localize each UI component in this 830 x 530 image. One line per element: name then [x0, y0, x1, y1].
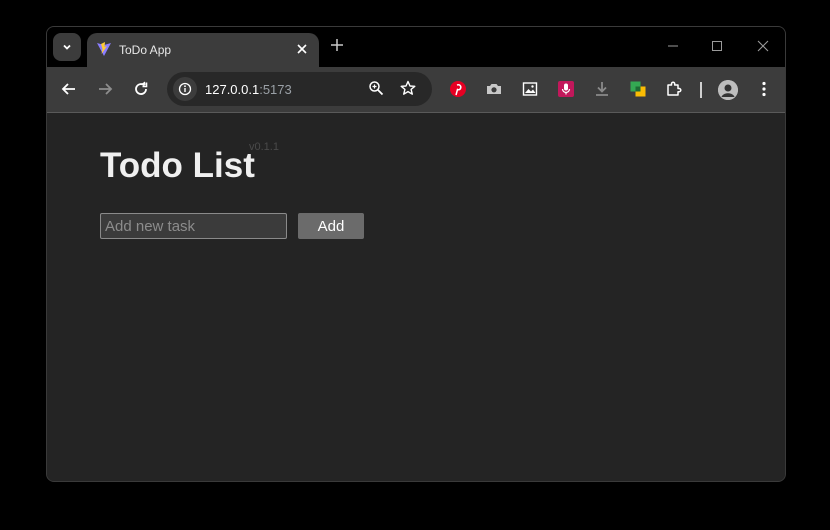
back-arrow-icon[interactable]	[59, 79, 79, 99]
minimize-icon[interactable]	[667, 39, 679, 57]
address-bar[interactable]: 127.0.0.1:5173	[167, 72, 432, 106]
tab-strip: ToDo App	[47, 27, 785, 67]
tab-todo-app[interactable]: ToDo App	[87, 33, 319, 67]
download-icon[interactable]	[593, 80, 611, 98]
tab-manager-icon[interactable]	[629, 80, 647, 98]
toolbar-divider	[700, 82, 702, 98]
forward-arrow-icon[interactable]	[95, 79, 115, 99]
close-window-icon[interactable]	[757, 39, 769, 57]
new-tab-icon[interactable]	[330, 38, 344, 57]
profile-avatar-icon[interactable]	[718, 80, 738, 100]
more-menu-icon[interactable]	[755, 80, 773, 98]
tab-title: ToDo App	[119, 43, 172, 57]
pinterest-icon[interactable]	[449, 80, 467, 98]
url-text[interactable]: 127.0.0.1:5173	[205, 82, 292, 97]
browser-toolbar: 127.0.0.1:5173	[47, 67, 785, 113]
chevron-down-icon	[63, 44, 71, 50]
image-icon[interactable]	[521, 80, 539, 98]
microphone-icon[interactable]	[557, 80, 575, 98]
page-title: Todo List	[100, 146, 255, 185]
site-info-icon[interactable]	[173, 77, 197, 101]
tab-search-button[interactable]	[53, 33, 81, 61]
page-content: Todo List v0.1.1 Add	[47, 113, 785, 481]
url-port: :5173	[259, 82, 292, 97]
extensions-puzzle-icon[interactable]	[665, 80, 683, 98]
zoom-icon[interactable]	[368, 80, 384, 101]
reload-icon[interactable]	[131, 79, 151, 99]
maximize-icon[interactable]	[711, 39, 723, 57]
browser-window: ToDo App 127.0.0.1:5173 Todo List v0.1.1…	[46, 26, 786, 482]
add-task-button[interactable]: Add	[298, 213, 364, 239]
url-host: 127.0.0.1	[205, 82, 260, 97]
camera-icon[interactable]	[485, 80, 503, 98]
version-label: v0.1.1	[249, 141, 279, 153]
vite-icon	[96, 41, 112, 62]
bookmark-star-icon[interactable]	[400, 80, 416, 101]
new-task-input[interactable]	[100, 213, 287, 239]
tab-close-icon[interactable]	[293, 40, 311, 58]
